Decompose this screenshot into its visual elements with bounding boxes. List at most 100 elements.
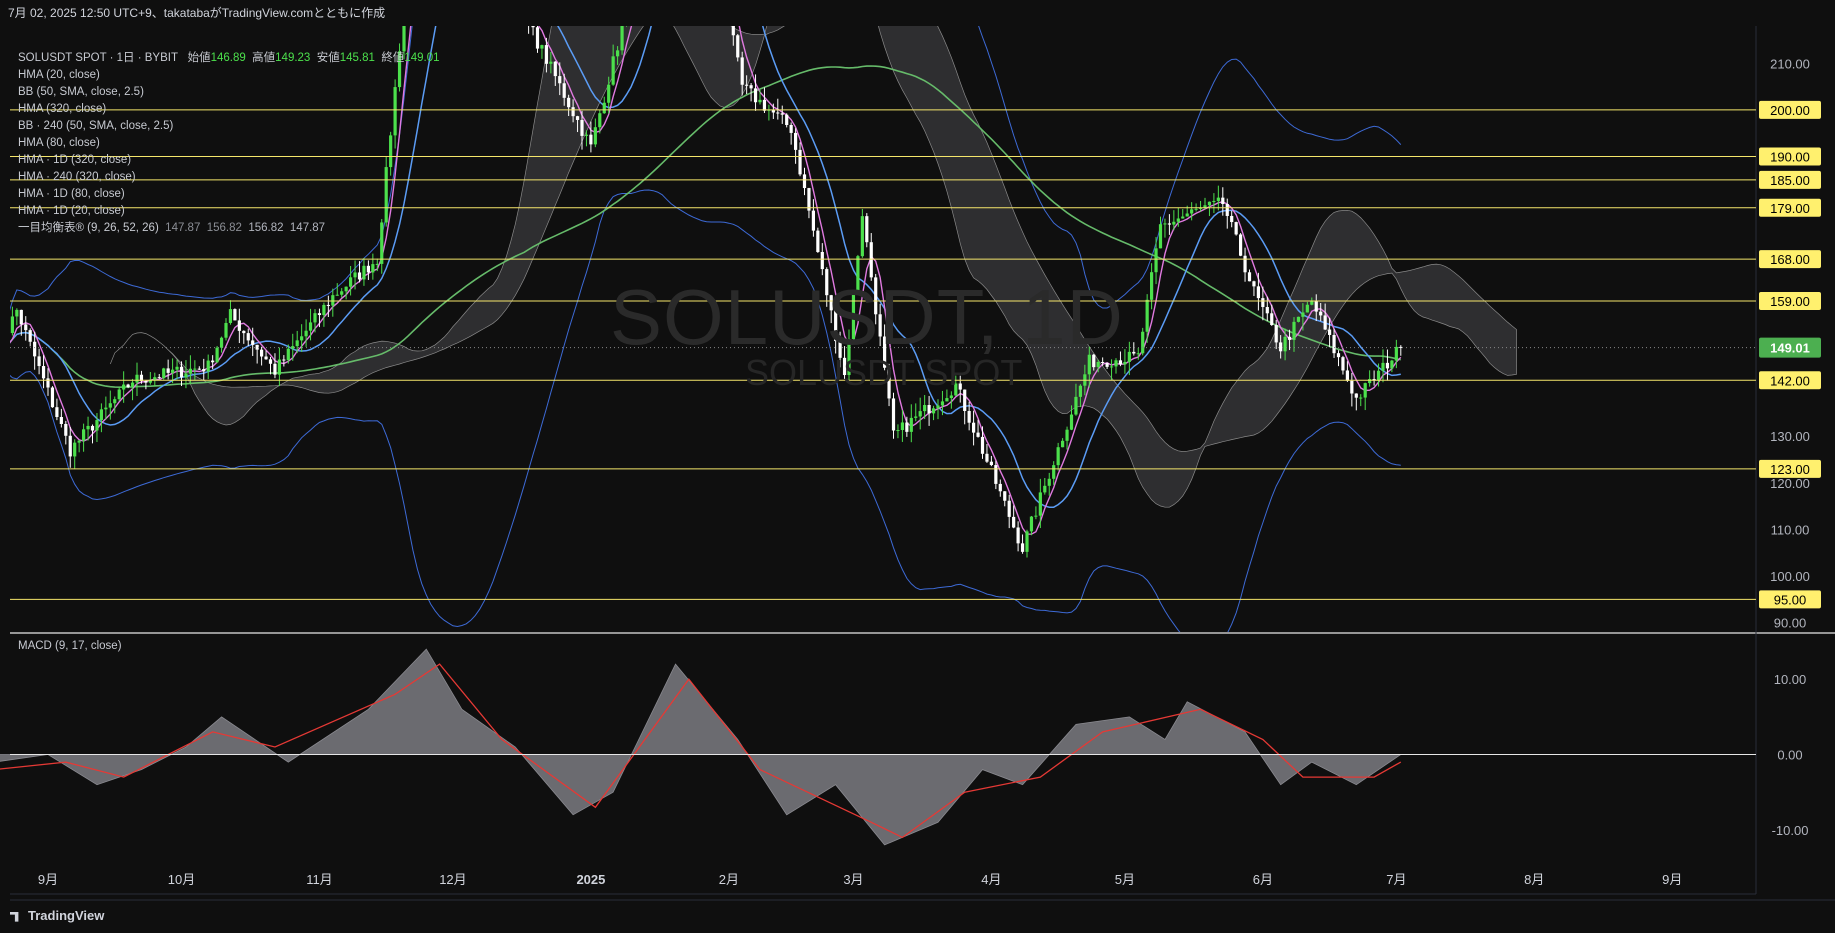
candle-body	[940, 401, 945, 406]
candle-body	[1301, 312, 1305, 317]
candle-body	[1185, 213, 1189, 217]
candle-body	[335, 294, 339, 296]
candle-body	[1390, 360, 1394, 369]
watermark-symbol: SOLUSDT, 1D	[610, 273, 1124, 361]
candle-body	[55, 407, 59, 417]
candle-body	[549, 61, 553, 64]
candle-body	[331, 295, 335, 306]
candle-body	[73, 442, 77, 457]
candle-body	[1150, 272, 1154, 300]
candle-body	[914, 416, 918, 418]
candle-body	[927, 405, 931, 414]
candle-body	[1069, 414, 1074, 430]
candle-body	[1029, 516, 1034, 532]
candle-body	[905, 422, 909, 432]
candle-body	[1341, 357, 1345, 371]
candle-body	[193, 368, 197, 370]
candle-body	[736, 35, 740, 58]
level-label: 179.00	[1770, 201, 1810, 216]
candle-body	[108, 403, 112, 408]
indicator-item[interactable]: BB · 240 (50, SMA, close, 2.5)	[18, 118, 440, 135]
candle-body	[762, 99, 767, 111]
candle-body	[1363, 383, 1367, 398]
candle-body	[64, 423, 68, 436]
candle-body	[1287, 336, 1292, 340]
candle-body	[1167, 223, 1171, 225]
candle-body	[816, 230, 820, 252]
candle-body	[224, 322, 228, 338]
time-tick-label: 2025	[576, 872, 605, 887]
candle-body	[251, 340, 255, 345]
time-tick-label: 12月	[439, 872, 466, 887]
ichimoku-value: 156.82	[248, 222, 284, 234]
candle-body	[1047, 478, 1051, 486]
candle-body	[584, 134, 589, 136]
candle-body	[135, 374, 139, 383]
candle-body	[1323, 315, 1327, 330]
candle-body	[1163, 223, 1167, 225]
candle-body	[50, 387, 55, 408]
candle-body	[264, 356, 268, 360]
candle-body	[233, 309, 237, 321]
candle-body	[126, 384, 130, 388]
legend-symbol[interactable]: SOLUSDT SPOT · 1日 · BYBIT	[18, 52, 178, 64]
candle-body	[153, 377, 157, 380]
indicator-item[interactable]: HMA · 1D (80, close)	[18, 186, 440, 203]
candle-body	[211, 360, 215, 363]
candle-body	[1194, 208, 1198, 210]
candle-body	[923, 405, 927, 412]
candle-body	[798, 149, 802, 175]
time-tick-label: 9月	[1662, 872, 1682, 887]
time-tick-label: 11月	[306, 872, 333, 887]
candle-body	[589, 134, 593, 145]
legend-ohlc: SOLUSDT SPOT · 1日 · BYBIT 始値146.89 高値149…	[18, 50, 440, 67]
candle-body	[77, 440, 81, 443]
candle-body	[273, 363, 277, 375]
macd-legend[interactable]: MACD (9, 17, close)	[18, 640, 122, 652]
candle-body	[242, 330, 246, 334]
candle-body	[811, 210, 815, 231]
level-label: 190.00	[1770, 150, 1810, 165]
tradingview-logo[interactable]: TradingView	[10, 905, 104, 927]
candle-body	[19, 309, 23, 325]
candle-body	[558, 76, 562, 84]
candle-body	[1172, 221, 1176, 225]
macd-tick-label: 10.00	[1774, 672, 1807, 687]
candle-body	[1181, 216, 1185, 219]
legend-ichimoku[interactable]: 一目均衡表® (9, 26, 52, 26) 147.87 156.82 156…	[18, 220, 440, 237]
candle-body	[900, 422, 904, 431]
candle-body	[357, 272, 362, 280]
indicator-item[interactable]: HMA (320, close)	[18, 101, 440, 118]
low-value: 145.81	[339, 52, 375, 64]
candle-body	[1043, 485, 1047, 493]
candle-body	[99, 409, 103, 421]
candle-body	[1239, 234, 1243, 256]
macd-tick-label: -10.00	[1772, 823, 1809, 838]
candle-body	[144, 380, 148, 383]
candle-body	[1243, 255, 1247, 273]
candle-body	[344, 286, 348, 292]
indicator-item[interactable]: HMA · 1D (20, close)	[18, 203, 440, 220]
candle-body	[82, 429, 86, 441]
candle-body	[967, 410, 971, 423]
candle-body	[286, 348, 290, 361]
indicator-item[interactable]: HMA (80, close)	[18, 135, 440, 152]
level-label: 168.00	[1770, 252, 1810, 267]
candle-body	[936, 405, 940, 409]
candle-body	[219, 337, 224, 348]
candle-body	[1247, 272, 1252, 282]
candle-body	[175, 366, 179, 370]
indicator-item[interactable]: HMA · 1D (320, close)	[18, 152, 440, 169]
candle-body	[122, 384, 126, 390]
candle-body	[166, 368, 170, 373]
indicator-item[interactable]: HMA · 240 (320, close)	[18, 169, 440, 186]
high-value: 149.23	[275, 52, 311, 64]
price-tick-label: 110.00	[1771, 522, 1810, 537]
candle-body	[197, 368, 201, 370]
candle-body	[994, 465, 998, 484]
indicator-item[interactable]: BB (50, SMA, close, 2.5)	[18, 84, 440, 101]
tradingview-icon	[10, 911, 19, 922]
candle-body	[1221, 197, 1225, 205]
indicator-item[interactable]: HMA (20, close)	[18, 67, 440, 84]
candle-body	[535, 27, 540, 49]
